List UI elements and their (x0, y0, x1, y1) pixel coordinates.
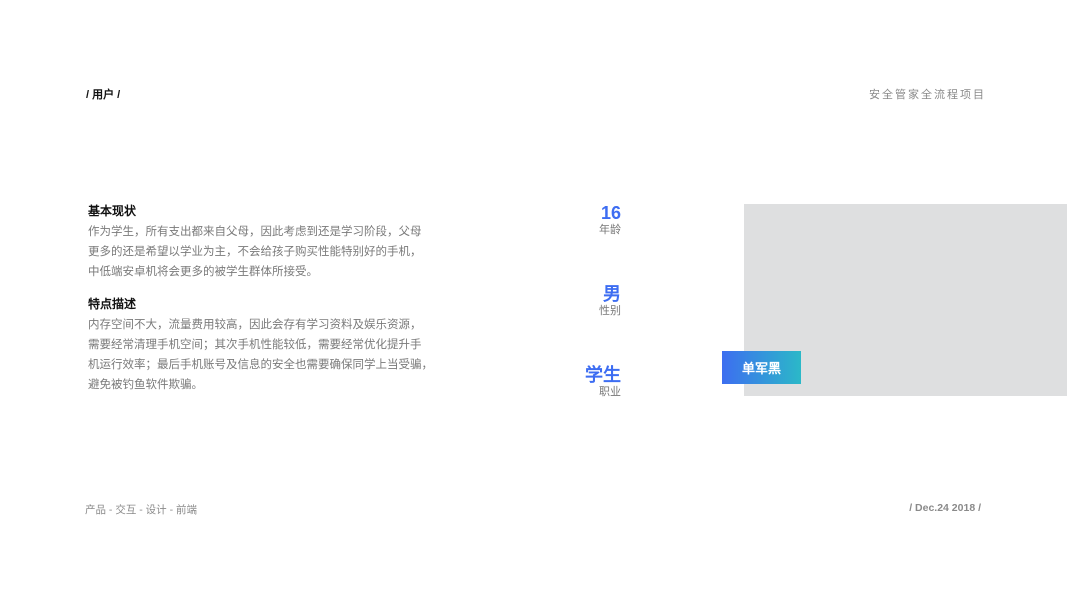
section-text-line: 作为学生，所有支出都来自父母，因此考虑到还是学习阶段，父母 (88, 226, 422, 238)
persona-description: 基本现状 作为学生，所有支出都来自父母，因此考虑到还是学习阶段，父母 更多的还是… (88, 203, 433, 409)
stat-age-value: 16 (600, 203, 621, 223)
section-text-line: 避免被钓鱼软件欺骗。 (88, 379, 203, 391)
section-basic-status: 基本现状 作为学生，所有支出都来自父母，因此考虑到还是学习阶段，父母 更多的还是… (88, 203, 428, 282)
section-text-line: 内存空间不大，流量费用较高，因此会存有学习资料及娱乐资源， (88, 319, 422, 331)
footer-disciplines: 产品 - 交互 - 设计 - 前端 (85, 504, 197, 516)
section-text-line: 中低端安卓机将会更多的被学生群体所接受。 (88, 266, 318, 278)
footer-date: / Dec.24 2018 / (909, 502, 981, 514)
stat-gender-label: 性别 (599, 305, 621, 317)
stat-job-label: 职业 (599, 386, 621, 398)
stat-gender-value: 男 (603, 284, 621, 304)
stat-age: 16 年龄 (599, 203, 621, 237)
section-characteristics: 特点描述 内存空间不大，流量费用较高，因此会存有学习资料及娱乐资源， 需要经常清… (88, 296, 433, 395)
section-text-line: 机运行效率；最后手机账号及信息的安全也需要确保同学上当受骗， (88, 359, 433, 371)
stat-age-label: 年龄 (599, 224, 621, 236)
breadcrumb: / 用户 / (86, 89, 121, 101)
stat-job-value: 学生 (585, 365, 621, 385)
stat-gender: 男 性别 (599, 284, 621, 318)
persona-name-tag: 单军黑 (722, 351, 801, 384)
section-title: 特点描述 (88, 297, 137, 311)
project-title: 安全管家全流程项目 (869, 89, 986, 101)
section-title: 基本现状 (88, 204, 137, 218)
stat-job: 学生 职业 (585, 365, 621, 399)
section-text-line: 更多的还是希望以学业为主，不会给孩子购买性能特别好的手机， (88, 246, 422, 258)
section-text-line: 需要经常清理手机空间；其次手机性能较低，需要经常优化提升手 (88, 339, 422, 351)
